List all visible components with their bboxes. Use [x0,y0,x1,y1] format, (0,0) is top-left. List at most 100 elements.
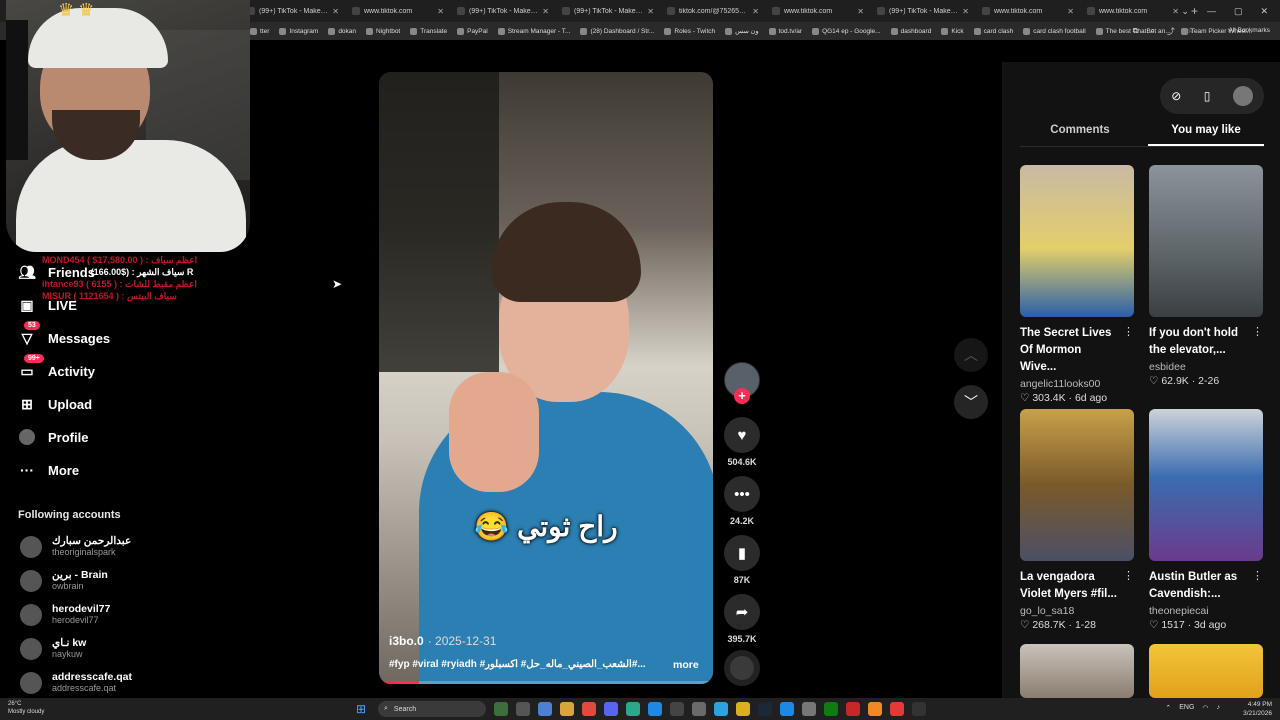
bookmark-item[interactable]: (28) Dashboard / Str... [580,27,654,35]
tab-close-icon[interactable]: ✕ [1172,7,1179,16]
tray-lang[interactable]: ENG [1179,704,1194,712]
comment-action[interactable]: ••• 24.2K [724,476,760,526]
xbox-icon[interactable] [824,702,838,716]
browser-tab[interactable]: www.tiktok.com ✕ [1081,2,1185,20]
chrome-icon[interactable] [582,702,596,716]
nav-profile[interactable]: Profile [18,425,88,449]
browser-tab[interactable]: (99+) TikTok - Make Your ✕ [871,2,975,20]
windows-start-icon[interactable]: ⊞ [356,702,370,716]
card-author[interactable]: esbidee [1149,361,1263,373]
nav-friends[interactable]: 👥︎ Friends [18,260,95,284]
card-author[interactable]: theonepiecai [1149,605,1263,617]
app-icon[interactable] [802,702,816,716]
bookmark-item[interactable]: QG14 ep - Google... [812,27,881,35]
video-thumbnail[interactable] [1149,165,1263,317]
bookmark-item[interactable]: card clash football [1023,27,1086,35]
card-options-icon[interactable]: ⋮ [1252,325,1263,338]
tab-close-icon[interactable]: ✕ [647,7,654,16]
share-arrow-icon[interactable]: ➦ [724,594,760,630]
star-icon[interactable]: ☆ [1187,26,1194,37]
discord-icon[interactable] [604,702,618,716]
bookmark-item[interactable]: Nightbot [366,27,400,35]
weather-widget[interactable]: 26°C Mostly cloudy [8,700,44,716]
tab-close-icon[interactable]: ✕ [542,7,549,16]
app-icon[interactable] [912,702,926,716]
edge-icon[interactable] [648,702,662,716]
like-action[interactable]: ♥ 504.6K [724,417,760,467]
recommended-video-card[interactable]: If you don't hold the elevator,... ⋮ esbid… [1149,165,1263,387]
card-author[interactable]: angelic11looks00 [1020,378,1134,390]
next-video-button[interactable]: ﹀ [954,385,988,419]
app-icon[interactable] [538,702,552,716]
card-title[interactable]: The Secret Lives Of Mormon Wive... [1020,325,1120,376]
telegram-icon[interactable] [714,702,728,716]
video-more-link[interactable]: more [673,659,699,671]
taskbar-clock[interactable]: 4:49 PM 3/21/2026 [1243,700,1272,718]
tab-close-icon[interactable]: ✕ [752,7,759,16]
app-icon[interactable] [626,702,640,716]
following-account[interactable]: نـاي kw naykuw [20,637,86,660]
heart-icon[interactable]: ♥ [724,417,760,453]
bookmark-item[interactable]: ون سس [725,27,759,35]
app-icon[interactable] [780,702,794,716]
recommended-video-card[interactable]: Austin Butler as Cavendish:... ⋮ theonepie… [1149,409,1263,631]
card-author[interactable]: go_lo_sa18 [1020,605,1134,617]
browser-tab[interactable]: www.tiktok.com ✕ [766,2,870,20]
browser-tab[interactable]: (99+) TikTok - Make Your ✕ [241,2,345,20]
card-options-icon[interactable]: ⋮ [1123,325,1134,338]
previous-video-button[interactable]: ︿ [954,338,988,372]
following-account[interactable]: addresscafe.qat addresscafe.qat [20,671,132,694]
recommended-thumbnail-partial[interactable] [1149,644,1263,698]
video-thumbnail[interactable] [1020,165,1134,317]
following-account[interactable]: برين - Brain owbrain [20,569,108,592]
volume-icon[interactable]: ♪ [1217,704,1221,712]
following-account[interactable]: herodevil77 herodevil77 [20,603,110,626]
comment-icon[interactable]: ••• [724,476,760,512]
browser-tab[interactable]: (99+) TikTok - Make Your ✕ [451,2,555,20]
music-disc-icon[interactable] [724,650,760,686]
tray-chevron-icon[interactable]: ⌃ [1165,704,1171,712]
nav-more[interactable]: ··· More [18,458,79,482]
app-icon[interactable] [516,702,530,716]
browser-tab[interactable]: www.tiktok.com ✕ [976,2,1080,20]
video-player[interactable]: راح ثوتي 😂 i3bo.0 · 2025-12-31 #fyp #vira… [379,72,713,684]
app-icon[interactable] [890,702,904,716]
tab-close-icon[interactable]: ✕ [1067,7,1074,16]
bookmark-item[interactable]: Translate [410,27,447,35]
tab-comments[interactable]: Comments [1022,124,1138,136]
video-author-name[interactable]: i3bo.0 [389,634,424,648]
video-author[interactable]: i3bo.0 · 2025-12-31 [389,634,496,648]
maximize-icon[interactable]: ▢ [1234,6,1243,17]
browser-tab[interactable]: tiktok.com/@75265481 ✕ [661,2,765,20]
following-account[interactable]: عبدالرحمن سبارك theoriginalspark [20,535,131,558]
nav-live[interactable]: ▣ LIVE [18,293,77,317]
bookmark-item[interactable]: Kick [941,27,964,35]
card-title[interactable]: Austin Butler as Cavendish:... [1149,569,1249,603]
app-icon[interactable] [868,702,882,716]
follow-plus-icon[interactable]: + [734,388,750,404]
app-icon[interactable] [736,702,750,716]
save-action[interactable]: ▮ 87K [724,535,760,585]
share-icon[interactable]: ⤴ [1167,26,1175,37]
tab-close-icon[interactable]: ✕ [332,7,339,16]
nav-upload[interactable]: ⊞ Upload [18,392,92,416]
bookmark-item[interactable]: card clash [973,27,1013,35]
user-avatar[interactable] [1232,86,1253,106]
wifi-icon[interactable]: ◠ [1202,704,1208,712]
tab-close-icon[interactable]: ✕ [857,7,864,16]
app-icon[interactable] [670,702,684,716]
chevron-down-icon[interactable]: ⌄ [1181,6,1189,17]
nav-messages[interactable]: ▽ 53 Messages [18,321,110,350]
tab-you-may-like[interactable]: You may like [1148,124,1264,136]
card-options-icon[interactable]: ⋮ [1252,569,1263,582]
app-icon[interactable] [692,702,706,716]
bookmark-icon[interactable]: ▮ [724,535,760,571]
all-bookmarks[interactable]: All Bookmarks [1228,27,1270,34]
folder-icon[interactable] [560,702,574,716]
nav-activity[interactable]: ▭ 99+ Activity [18,354,95,383]
browser-tab[interactable]: (99+) TikTok - Make Your ✕ [556,2,660,20]
steam-icon[interactable] [758,702,772,716]
video-thumbnail[interactable] [1020,409,1134,561]
recommended-thumbnail-partial[interactable] [1020,644,1134,698]
bookmark-item[interactable]: PayPal [457,27,488,35]
